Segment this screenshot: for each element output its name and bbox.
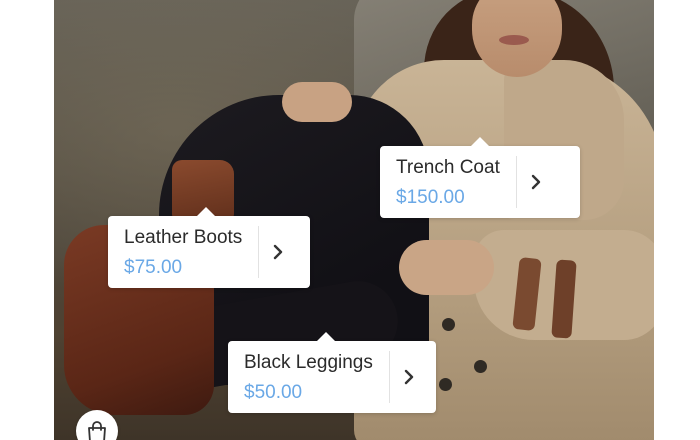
model-hand	[399, 240, 494, 295]
model-hand	[282, 82, 352, 122]
coat-button	[442, 318, 455, 331]
open-product-button[interactable]	[390, 341, 428, 413]
product-tag-body: Trench Coat $150.00	[380, 146, 516, 218]
model-lips	[499, 35, 529, 45]
product-name: Black Leggings	[244, 352, 373, 373]
product-tag-trench-coat[interactable]: Trench Coat $150.00	[380, 137, 580, 218]
product-tag-black-leggings[interactable]: Black Leggings $50.00	[228, 332, 436, 413]
product-price: $150.00	[396, 187, 465, 208]
product-name: Leather Boots	[124, 227, 243, 248]
coat-button	[439, 378, 452, 391]
chevron-right-icon	[274, 244, 283, 260]
shopping-bag-icon	[88, 421, 106, 440]
product-price: $50.00	[244, 382, 303, 403]
open-product-button[interactable]	[517, 146, 555, 218]
product-price: $75.00	[124, 257, 183, 278]
chevron-right-icon	[404, 369, 414, 385]
coat-button	[474, 360, 487, 373]
product-tag-body: Black Leggings $50.00	[228, 341, 389, 413]
open-product-button[interactable]	[259, 216, 297, 288]
product-name: Trench Coat	[396, 157, 500, 178]
product-tag-leather-boots[interactable]: Leather Boots $75.00	[108, 207, 310, 288]
shoppable-image-view: Trench Coat $150.00 Leather Boots $75.00…	[0, 0, 700, 440]
product-tag-body: Leather Boots $75.00	[108, 216, 258, 288]
chevron-right-icon	[531, 174, 541, 190]
